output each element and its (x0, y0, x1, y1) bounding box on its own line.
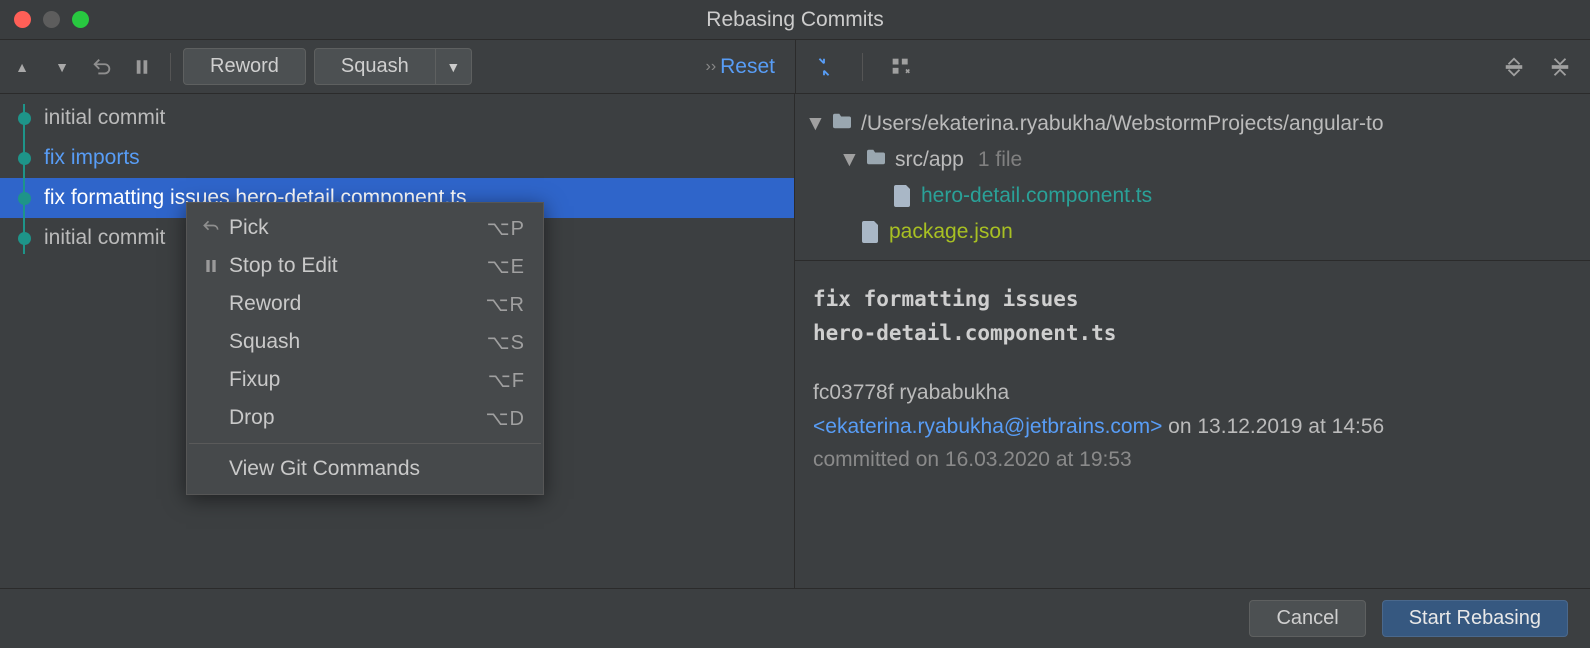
ctx-stop-to-edit[interactable]: Stop to Edit ⌥E (187, 247, 543, 285)
context-menu-separator (189, 443, 541, 444)
details-title-line1: fix formatting issues (813, 283, 1572, 317)
ctx-pick[interactable]: Pick ⌥P (187, 209, 543, 247)
commit-dot (18, 112, 31, 125)
move-down-icon[interactable] (46, 51, 78, 83)
commit-dot (18, 152, 31, 165)
ctx-shortcut: ⌥E (487, 254, 525, 279)
reset-link[interactable]: ›› Reset (705, 55, 775, 79)
ctx-view-git-commands[interactable]: View Git Commands (187, 450, 543, 488)
ctx-shortcut: ⌥D (486, 406, 526, 431)
toolbar: Reword Squash ▼ ›› Reset (0, 40, 1590, 94)
details-email: <ekaterina.ryabukha@jetbrains.com> (813, 415, 1162, 438)
toolbar-separator (170, 53, 171, 81)
start-rebasing-button[interactable]: Start Rebasing (1382, 600, 1568, 637)
tree-folder-badge: 1 file (978, 148, 1022, 172)
commit-dot (18, 232, 31, 245)
ctx-shortcut: ⌥F (488, 368, 525, 393)
toolbar-separator (862, 53, 863, 81)
squash-dropdown[interactable]: ▼ (436, 48, 472, 85)
cancel-button[interactable]: Cancel (1249, 600, 1365, 637)
squash-split-button: Squash ▼ (314, 48, 472, 85)
collapse-all-icon[interactable] (1544, 51, 1576, 83)
collapse-diff-icon[interactable] (808, 51, 840, 83)
ctx-label: Drop (229, 406, 486, 430)
json-file-icon (861, 222, 881, 242)
reset-label: Reset (720, 55, 775, 79)
close-window-button[interactable] (14, 11, 31, 28)
ctx-label: Squash (229, 330, 487, 354)
window-title: Rebasing Commits (706, 8, 883, 32)
ctx-label: Stop to Edit (229, 254, 487, 278)
context-menu: Pick ⌥P Stop to Edit ⌥E Reword ⌥R Squash… (186, 202, 544, 495)
folder-icon (865, 148, 887, 172)
dialog-footer: Cancel Start Rebasing (0, 588, 1590, 648)
tree-folder-name: src/app (895, 148, 964, 172)
maximize-window-button[interactable] (72, 11, 89, 28)
details-date: on 13.12.2019 at 14:56 (1162, 415, 1384, 438)
reword-button[interactable]: Reword (183, 48, 306, 85)
tree-root[interactable]: ▼ /Users/ekaterina.ryabukha/WebstormProj… (801, 106, 1580, 142)
ctx-squash[interactable]: Squash ⌥S (187, 323, 543, 361)
tree-file[interactable]: hero-detail.component.ts (801, 178, 1580, 214)
tree-folder[interactable]: ▼ src/app 1 file (801, 142, 1580, 178)
chevrons-icon: ›› (705, 58, 716, 76)
ctx-shortcut: ⌥R (486, 292, 526, 317)
commit-message: initial commit (44, 226, 165, 250)
ctx-label: View Git Commands (229, 457, 525, 481)
ctx-drop[interactable]: Drop ⌥D (187, 399, 543, 437)
move-up-icon[interactable] (6, 51, 38, 83)
tree-file[interactable]: package.json (801, 214, 1580, 250)
disclosure-triangle-icon[interactable]: ▼ (839, 148, 857, 172)
commit-row[interactable]: fix imports (0, 138, 794, 178)
commit-dot (18, 192, 31, 205)
ctx-label: Reword (229, 292, 486, 316)
ctx-shortcut: ⌥P (487, 216, 525, 241)
undo-icon (197, 218, 225, 238)
pause-icon (197, 258, 225, 274)
tree-file-name: hero-detail.component.ts (921, 184, 1152, 208)
ctx-reword[interactable]: Reword ⌥R (187, 285, 543, 323)
details-author-line: <ekaterina.ryabukha@jetbrains.com> on 13… (813, 410, 1572, 444)
commit-list-pane: initial commit fix imports fix formattin… (0, 94, 795, 588)
disclosure-triangle-icon[interactable]: ▼ (805, 112, 823, 136)
commit-details: fix formatting issues hero-detail.compon… (795, 261, 1590, 499)
ctx-label: Pick (229, 216, 487, 240)
commit-message: initial commit (44, 106, 165, 130)
undo-icon[interactable] (86, 51, 118, 83)
minimize-window-button[interactable] (43, 11, 60, 28)
toolbar-left: Reword Squash ▼ ›› Reset (0, 48, 795, 85)
details-title-line2: hero-detail.component.ts (813, 317, 1572, 351)
details-committed: committed on 16.03.2020 at 19:53 (813, 443, 1572, 477)
details-pane: ▼ /Users/ekaterina.ryabukha/WebstormProj… (795, 94, 1590, 588)
ts-file-icon (893, 186, 913, 206)
squash-button[interactable]: Squash (314, 48, 436, 85)
toolbar-right (795, 40, 1590, 93)
folder-icon (831, 112, 853, 136)
group-by-icon[interactable] (885, 51, 917, 83)
details-hash-author: fc03778f ryababukha (813, 376, 1572, 410)
tree-file-name: package.json (889, 220, 1013, 244)
chevron-down-icon: ▼ (446, 59, 460, 75)
window-controls (14, 11, 89, 28)
expand-all-icon[interactable] (1498, 51, 1530, 83)
ctx-shortcut: ⌥S (487, 330, 525, 355)
tree-root-path: /Users/ekaterina.ryabukha/WebstormProjec… (861, 112, 1384, 136)
file-tree: ▼ /Users/ekaterina.ryabukha/WebstormProj… (795, 94, 1590, 261)
commit-message: fix imports (44, 146, 140, 170)
ctx-label: Fixup (229, 368, 488, 392)
commit-row[interactable]: initial commit (0, 98, 794, 138)
titlebar: Rebasing Commits (0, 0, 1590, 40)
ctx-fixup[interactable]: Fixup ⌥F (187, 361, 543, 399)
main-split: initial commit fix imports fix formattin… (0, 94, 1590, 588)
pause-icon[interactable] (126, 51, 158, 83)
